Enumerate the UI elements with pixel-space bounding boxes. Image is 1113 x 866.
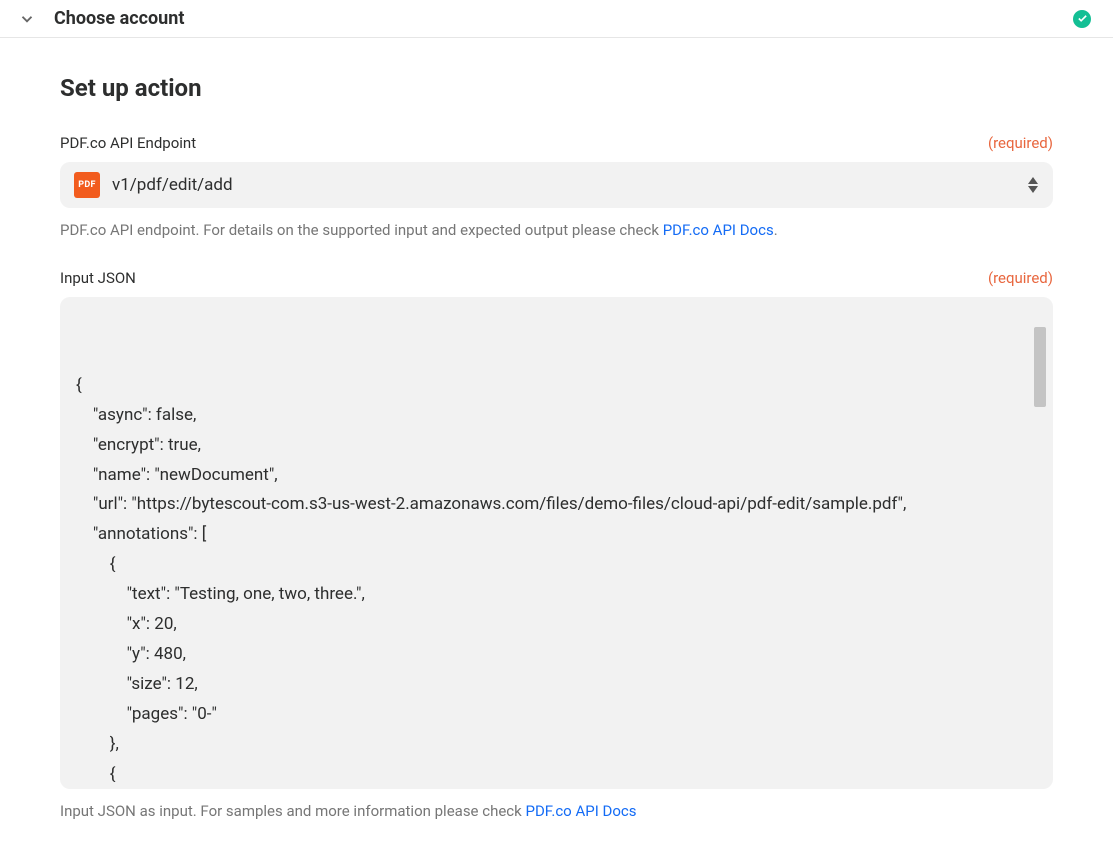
pdfco-icon: PDF: [74, 172, 100, 198]
endpoint-label: PDF.co API Endpoint: [60, 134, 196, 152]
json-input[interactable]: { "async": false, "encrypt": true, "name…: [60, 297, 1053, 789]
endpoint-helper-suffix: .: [774, 221, 778, 239]
endpoint-select[interactable]: PDF v1/pdf/edit/add: [60, 162, 1053, 208]
scrollbar[interactable]: [1033, 307, 1047, 779]
header-left: Choose account: [18, 8, 184, 29]
endpoint-helper-prefix: PDF.co API endpoint. For details on the …: [60, 221, 663, 239]
json-field-group: Input JSON (required) { "async": false, …: [60, 269, 1053, 822]
select-sort-icon: [1027, 177, 1039, 193]
json-helper: Input JSON as input. For samples and mor…: [60, 801, 1053, 822]
content-area: Set up action PDF.co API Endpoint (requi…: [0, 38, 1113, 866]
endpoint-value: v1/pdf/edit/add: [112, 175, 233, 195]
endpoint-docs-link[interactable]: PDF.co API Docs: [663, 221, 774, 239]
endpoint-field-group: PDF.co API Endpoint (required) PDF v1/pd…: [60, 134, 1053, 241]
check-success-icon: [1073, 10, 1091, 28]
json-label: Input JSON: [60, 269, 136, 287]
scroll-up-icon[interactable]: [1014, 307, 1053, 319]
endpoint-label-row: PDF.co API Endpoint (required): [60, 134, 1053, 152]
section-title: Choose account: [54, 8, 184, 29]
json-helper-prefix: Input JSON as input. For samples and mor…: [60, 802, 525, 820]
json-content: { "async": false, "encrypt": true, "name…: [76, 371, 1045, 789]
json-required: (required): [988, 269, 1053, 287]
page-title: Set up action: [60, 74, 1053, 102]
scroll-down-icon[interactable]: [1014, 767, 1053, 779]
json-docs-link[interactable]: PDF.co API Docs: [525, 802, 636, 820]
select-left: PDF v1/pdf/edit/add: [74, 172, 233, 198]
endpoint-helper: PDF.co API endpoint. For details on the …: [60, 220, 1053, 241]
chevron-down-icon: [18, 10, 36, 28]
choose-account-header[interactable]: Choose account: [0, 0, 1113, 38]
endpoint-required: (required): [988, 134, 1053, 152]
json-label-row: Input JSON (required): [60, 269, 1053, 287]
scroll-thumb[interactable]: [1034, 327, 1046, 407]
